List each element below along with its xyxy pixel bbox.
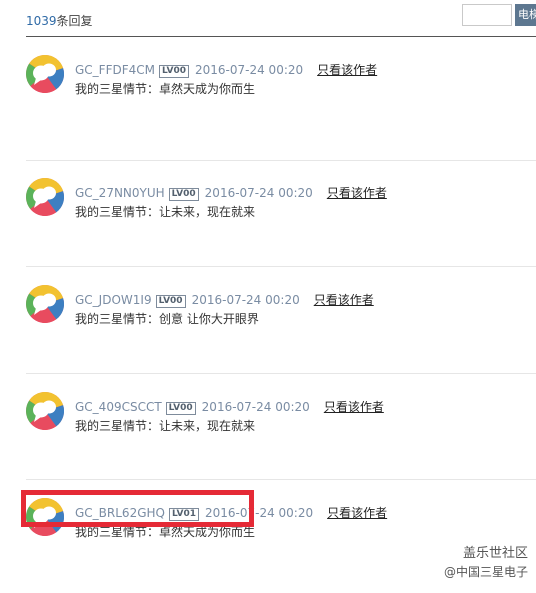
reply-count-number: 1039 bbox=[26, 14, 57, 28]
floor-jump-button[interactable]: 电梯直达 bbox=[515, 4, 536, 26]
reply-count-suffix: 条回复 bbox=[56, 14, 93, 28]
post-divider bbox=[26, 479, 536, 480]
user-avatar-icon[interactable] bbox=[26, 392, 64, 430]
post-content: 我的三星情节：卓然天成为你而生 bbox=[75, 82, 256, 96]
user-level-badge: LV01 bbox=[168, 508, 199, 521]
only-author-link[interactable]: 只看该作者 bbox=[317, 63, 377, 77]
user-level-badge: LV00 bbox=[155, 295, 186, 308]
only-author-link[interactable]: 只看该作者 bbox=[314, 293, 374, 307]
watermark-community-name: 盖乐世社区 bbox=[462, 546, 528, 561]
floor-jump-input[interactable] bbox=[462, 4, 512, 26]
post-meta: GC_FFDF4CM LV00 2016-07-24 00:20 只看该作者 bbox=[75, 61, 377, 78]
post-divider bbox=[26, 373, 536, 374]
user-avatar-icon[interactable] bbox=[26, 55, 64, 93]
post-time: 2016-07-24 00:20 bbox=[204, 506, 314, 520]
post-meta: GC_409CSCCT LV00 2016-07-24 00:20 只看该作者 bbox=[75, 398, 384, 415]
watermark-handle: @中国三星电子 bbox=[443, 565, 528, 579]
post-username[interactable]: GC_JDOW1I9 bbox=[75, 293, 152, 307]
reply-count: 1039条回复 bbox=[26, 12, 93, 29]
post-time: 2016-07-24 00:20 bbox=[191, 293, 300, 307]
post-content: 我的三星情节：让未来，现在就来 bbox=[75, 205, 256, 219]
only-author-link[interactable]: 只看该作者 bbox=[327, 186, 387, 200]
post-username[interactable]: GC_FFDF4CM bbox=[75, 63, 155, 77]
only-author-link[interactable]: 只看该作者 bbox=[327, 506, 387, 520]
post-content: 我的三星情节：卓然天成为你而生 bbox=[75, 525, 256, 539]
user-avatar-icon[interactable] bbox=[26, 178, 64, 216]
post-time: 2016-07-24 00:20 bbox=[201, 400, 310, 414]
post-username[interactable]: GC_27NN0YUH bbox=[75, 186, 165, 200]
post-meta: GC_BRL62GHQ LV01 2016-07-24 00:20 只看该作者 bbox=[75, 504, 387, 521]
only-author-link[interactable]: 只看该作者 bbox=[324, 400, 384, 414]
user-avatar-icon[interactable] bbox=[26, 285, 64, 323]
user-level-badge: LV00 bbox=[168, 188, 199, 201]
user-level-badge: LV00 bbox=[159, 65, 189, 78]
post-content: 我的三星情节：让未来，现在就来 bbox=[75, 419, 256, 433]
post-divider bbox=[26, 160, 536, 161]
community-watermark: 盖乐世社区 @中国三星电子 bbox=[444, 544, 528, 582]
post-time: 2016-07-24 00:20 bbox=[195, 63, 304, 77]
post-divider bbox=[26, 266, 536, 267]
header-divider bbox=[26, 36, 536, 37]
post-meta: GC_JDOW1I9 LV00 2016-07-24 00:20 只看该作者 bbox=[75, 291, 374, 308]
post-username[interactable]: GC_409CSCCT bbox=[75, 400, 162, 414]
user-avatar-icon[interactable] bbox=[26, 498, 64, 536]
post-username[interactable]: GC_BRL62GHQ bbox=[75, 506, 165, 520]
post-meta: GC_27NN0YUH LV00 2016-07-24 00:20 只看该作者 bbox=[75, 184, 387, 201]
thread-header: 1039条回复 电梯直达 bbox=[0, 0, 536, 38]
post-content: 我的三星情节：创意 让你大开眼界 bbox=[75, 312, 259, 326]
post-time: 2016-07-24 00:20 bbox=[204, 186, 313, 200]
user-level-badge: LV00 bbox=[165, 402, 196, 415]
